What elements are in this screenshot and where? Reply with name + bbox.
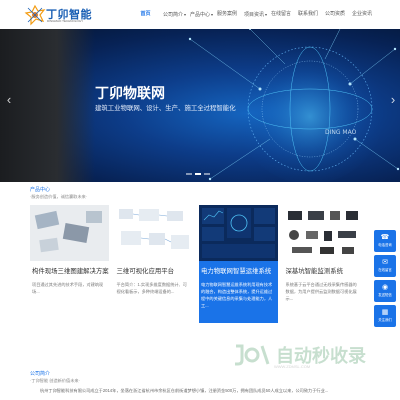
product-card[interactable]: 深基坑智能监测系统 系统基于云平台通过无线采集传感器的数据，为用户提供云监测数据… (283, 205, 363, 323)
product-image (199, 205, 278, 261)
product-title: 电力物联网智慧运维系统 (201, 268, 272, 275)
online-message-button[interactable]: ✉ 在线留言 (374, 255, 396, 277)
product-card[interactable]: 电力物联网智慧运维系统 电力物联网智慧运维系统利用现有技术的融合，构造出整体系统… (199, 205, 278, 323)
product-image (30, 205, 109, 261)
section-subtitle-about: ·丁卯智能 创造新价值未来· (30, 378, 81, 383)
product-desc: 系统基于云平台通过无线采集传感器的数据，为用户提供云监测数据可视化展示... (285, 282, 357, 301)
floating-contact-bar: ☎ 电话咨询 ✉ 在线留言 ◉ 发送短信 ▦ 关注我们 (374, 230, 398, 330)
product-list: 构件现场三维图建解决方案 项目通过其先进的技术手段，对建筑现场... 三维可视化… (30, 205, 363, 325)
send-sms-button[interactable]: ◉ 发送短信 (374, 280, 396, 302)
nav-item-company-news[interactable]: 企业资讯 (348, 0, 375, 29)
product-image (114, 205, 194, 261)
nav-item-news[interactable]: 项目资讯▾ (240, 0, 267, 29)
carousel-dot[interactable] (195, 173, 201, 175)
product-desc: 项目通过其先进的技术手段，对建筑现场... (32, 282, 104, 294)
carousel-dot[interactable] (186, 173, 192, 175)
section-title-about: 公司简介 (30, 371, 51, 377)
nav-item-about[interactable]: 公司简介▾ (159, 0, 186, 29)
logo[interactable]: 丁卯智能 DINGMAO TECHNOLOGY (24, 4, 92, 26)
site-header: 丁卯智能 DINGMAO TECHNOLOGY 首页 公司简介▾ 产品中心▾ 服… (0, 0, 400, 29)
nav-item-products[interactable]: 产品中心▾ (186, 0, 213, 29)
product-card[interactable]: 构件现场三维图建解决方案 项目通过其先进的技术手段，对建筑现场... (30, 205, 109, 323)
nav-item-contact[interactable]: 联系我们 (294, 0, 321, 29)
nav-item-home[interactable]: 首页 (132, 0, 159, 29)
product-card[interactable]: 三维可视化应用平台 平台简介：1.实现多维度数据统计、可视化看板示，多种终端设备… (114, 205, 194, 323)
nav-item-qualification[interactable]: 公司资质 (321, 0, 348, 29)
banner-photo-area (0, 29, 95, 182)
phone-consult-button[interactable]: ☎ 电话咨询 (374, 230, 396, 252)
logo-mark-icon (24, 4, 46, 26)
product-title: 构件现场三维图建解决方案 (32, 268, 109, 275)
follow-us-button[interactable]: ▦ 关注我们 (374, 305, 396, 327)
qrcode-icon: ▦ (381, 309, 389, 316)
globe-text: DING MAO (325, 129, 357, 136)
chevron-left-icon[interactable]: ‹ (4, 91, 14, 109)
hero-banner[interactable]: DING MAO 丁卯物联网 建筑工业物联网、设计、生产、施工全过程智能化 ‹ … (0, 29, 400, 182)
mail-icon: ✉ (382, 259, 388, 266)
section-title-products: 产品中心 (30, 187, 51, 193)
nav-item-cases[interactable]: 服务案例 (213, 0, 240, 29)
carousel-dots (186, 173, 210, 175)
watermark-subtext: WWW.ZDMSL.COM (274, 364, 311, 369)
sms-icon: ◉ (381, 284, 389, 291)
section-subtitle-products: ·服务创造价值，诚信赢取未来· (30, 194, 88, 199)
product-title: 三维可视化应用平台 (116, 268, 175, 275)
product-desc: 平台简介：1.实现多维度数据统计、可视化看板示，多种终端设备的... (116, 282, 188, 294)
carousel-dot[interactable] (204, 173, 210, 175)
phone-icon: ☎ (380, 234, 390, 241)
main-nav: 首页 公司简介▾ 产品中心▾ 服务案例 项目资讯▾ 在线留言 联系我们 公司资质… (132, 0, 375, 29)
banner-title: 丁卯物联网 (95, 86, 165, 102)
nav-item-message[interactable]: 在线留言 (267, 0, 294, 29)
logo-subtext: DINGMAO TECHNOLOGY (47, 19, 84, 23)
chevron-right-icon[interactable]: › (388, 91, 398, 109)
product-title: 深基坑智能监测系统 (285, 268, 344, 275)
product-image (283, 205, 363, 261)
watermark: 自动秒收录 WWW.ZDMSL.COM (232, 342, 382, 369)
watermark-logo-icon (235, 344, 270, 366)
about-text: 杭州丁卯智能科技有限公司成立于2014年，坐落在浙江省杭州市余杭区仓前街道梦想小… (40, 388, 329, 393)
banner-subtitle: 建筑工业物联网、设计、生产、施工全过程智能化 (95, 105, 236, 112)
product-desc: 电力物联网智慧运维系统利用现有技术的融合，构造出整体系统，提升运维过程中的关键信… (201, 282, 273, 308)
